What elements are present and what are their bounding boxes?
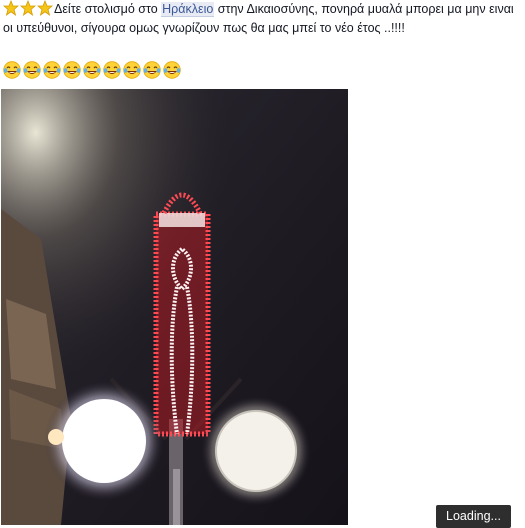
laughing-tears-emoji-icon	[143, 61, 161, 79]
laughing-tears-emoji-icon	[83, 61, 101, 79]
laughing-tears-emoji-icon	[23, 61, 41, 79]
emoji-row	[3, 61, 183, 79]
laughing-tears-emoji-icon	[163, 61, 181, 79]
laughing-tears-emoji-icon	[43, 61, 61, 79]
laughing-tears-emoji-icon	[3, 61, 21, 79]
post-photo[interactable]	[1, 89, 348, 525]
star-icon	[37, 0, 53, 16]
street-decoration-photo	[1, 89, 348, 525]
loading-indicator: Loading...	[436, 505, 511, 528]
post-text: Δείτε στολισμό στο Ηράκλειο στην Δικαιοσ…	[3, 0, 521, 38]
post-text-before-mention: Δείτε στολισμό στο	[54, 2, 162, 16]
laughing-tears-emoji-icon	[123, 61, 141, 79]
laughing-tears-emoji-icon	[103, 61, 121, 79]
star-icon	[20, 0, 36, 16]
location-mention-link[interactable]: Ηράκλειο	[161, 2, 215, 17]
star-icon	[3, 0, 19, 16]
laughing-tears-emoji-icon	[63, 61, 81, 79]
